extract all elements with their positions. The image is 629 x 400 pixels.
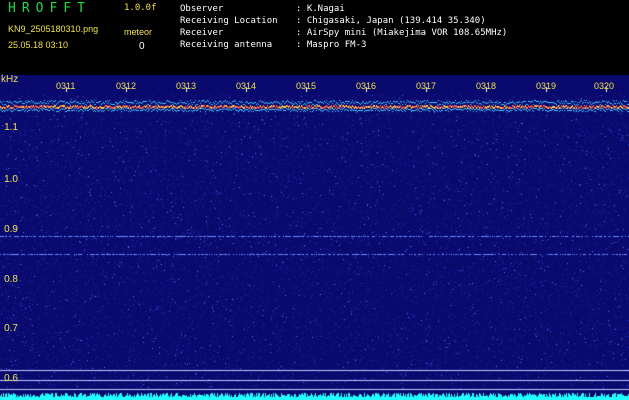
y-tick-label: 0.9: [4, 224, 18, 235]
app-logo: HROFFT: [8, 1, 91, 16]
info-value: : Maspro FM-3: [296, 40, 367, 50]
x-tick-label: 0312: [116, 81, 137, 91]
timestamp: 25.05.18 03:10: [8, 40, 69, 50]
x-tick-label: 0319: [536, 81, 557, 91]
y-axis-unit: kHz: [1, 74, 19, 85]
x-tick-label: 0317: [416, 81, 437, 91]
header: HROFFT 1.0.0f KN9_2505180310.png meteor …: [0, 0, 629, 75]
x-tick-label: 0315: [296, 81, 317, 91]
spectrogram-canvas: [0, 75, 629, 400]
meteor-count: 0: [139, 41, 145, 52]
file-name: KN9_2505180310.png: [8, 24, 99, 34]
y-tick-label: 0.7: [4, 323, 18, 334]
info-key: Observer: [180, 4, 224, 14]
x-tick-label: 0314: [236, 81, 257, 91]
app-version: 1.0.0f: [124, 3, 157, 13]
station-info: Observer : K.Nagai Receiving Location : Ch…: [180, 3, 507, 51]
info-row-observer: Observer : K.Nagai: [180, 3, 507, 15]
info-key: Receiver: [180, 28, 224, 38]
info-value: : Chigasaki, Japan (139.414 35.340): [296, 16, 486, 26]
y-tick-label: 0.6: [4, 373, 18, 384]
info-value: : AirSpy mini (Miakejima VOR 108.65MHz): [296, 28, 508, 38]
y-tick-label: 1.1: [4, 122, 18, 133]
y-tick-label: 0.8: [4, 274, 18, 285]
x-tick-label: 0316: [356, 81, 377, 91]
meteor-label: meteor: [124, 27, 153, 37]
info-key: Receiving antenna: [180, 40, 273, 50]
x-tick-label: 0311: [56, 81, 76, 91]
info-row-antenna: Receiving antenna : Maspro FM-3: [180, 39, 507, 51]
info-row-receiver: Receiver : AirSpy mini (Miakejima VOR 108…: [180, 27, 507, 39]
info-row-location: Receiving Location : Chigasaki, Japan (13…: [180, 15, 507, 27]
info-key: Receiving Location: [180, 16, 278, 26]
x-tick-label: 0318: [476, 81, 497, 91]
x-tick-label: 0320: [594, 81, 615, 91]
y-tick-label: 1.0: [4, 174, 18, 185]
info-value: : K.Nagai: [296, 4, 345, 14]
x-tick-label: 0313: [176, 81, 197, 91]
